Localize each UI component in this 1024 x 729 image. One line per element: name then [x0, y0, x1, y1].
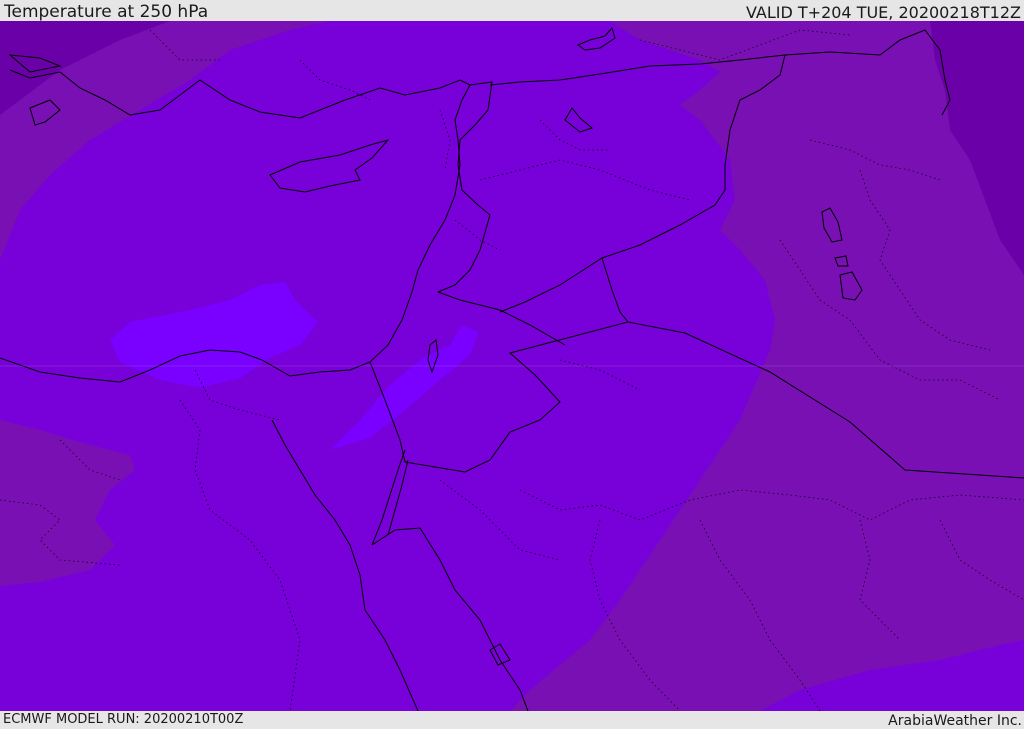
- valid-time: VALID T+204 TUE, 20200218T12Z: [745, 3, 1021, 22]
- model-run-label: ECMWF MODEL RUN: 20200210T00Z: [3, 712, 244, 727]
- map-canvas: [0, 21, 1024, 711]
- map-title: Temperature at 250 hPa: [4, 2, 209, 22]
- credit-label: ArabiaWeather Inc.: [888, 713, 1022, 729]
- footer-bar: ECMWF MODEL RUN: 20200210T00Z ArabiaWeat…: [0, 711, 1024, 729]
- header-bar: Temperature at 250 hPa VALID T+204 TUE, …: [0, 0, 1024, 22]
- weather-map: [0, 21, 1024, 711]
